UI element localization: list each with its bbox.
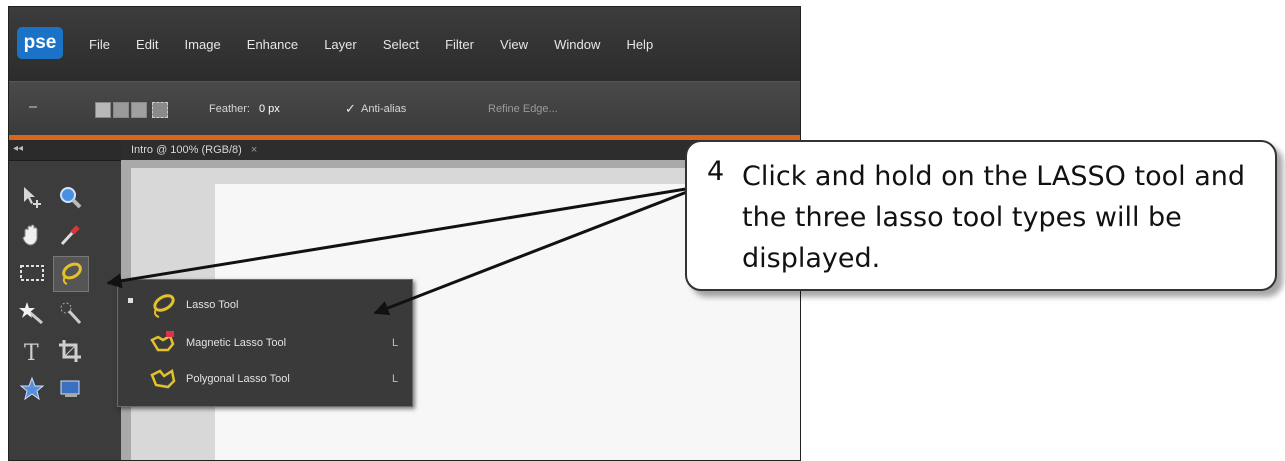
tool-options-bar: Feather: 0 px ✓ Anti-alias Refine Edge..…: [9, 81, 800, 136]
menu-file[interactable]: File: [89, 37, 110, 52]
svg-text:T: T: [24, 341, 39, 364]
type-tool-icon[interactable]: T: [15, 334, 49, 368]
subtract-from-selection-icon[interactable]: [131, 102, 147, 118]
flyout-item-label: Magnetic Lasso Tool: [186, 337, 287, 349]
document-tab[interactable]: Intro @ 100% (RGB/8) ×: [131, 144, 257, 156]
menu-edit[interactable]: Edit: [136, 37, 158, 52]
menu-select[interactable]: Select: [383, 37, 419, 52]
menu-view[interactable]: View: [500, 37, 528, 52]
close-tab-icon[interactable]: ×: [251, 144, 257, 156]
flyout-item-shortcut: L: [392, 337, 399, 349]
refine-edge-button[interactable]: Refine Edge...: [488, 103, 558, 115]
menu-layer[interactable]: Layer: [324, 37, 357, 52]
editor-window: pse File Edit Image Enhance Layer Select…: [8, 6, 801, 461]
menu-bar: pse File Edit Image Enhance Layer Select…: [9, 7, 800, 81]
document-tab-title: Intro @ 100% (RGB/8): [131, 144, 242, 156]
menu-enhance[interactable]: Enhance: [247, 37, 298, 52]
collapse-icon[interactable]: ◂◂: [13, 143, 23, 154]
eyedropper-tool-icon[interactable]: [53, 218, 87, 252]
crop-tool-icon[interactable]: [53, 334, 87, 368]
shape-tool-icon[interactable]: [15, 372, 49, 406]
lasso-tool-flyout: Lasso Tool Magnetic Lasso Tool L Polygon…: [117, 279, 413, 407]
selected-indicator-icon: [128, 298, 133, 303]
magnetic-lasso-icon: [148, 330, 178, 362]
toolbox-header: ◂◂: [9, 140, 121, 161]
callout-text: Click and hold on the LASSO tool and the…: [742, 161, 1246, 274]
flyout-item-lasso[interactable]: Lasso Tool: [118, 288, 412, 324]
magic-wand-tool-icon[interactable]: [15, 296, 49, 330]
flyout-item-polygonal-lasso[interactable]: Polygonal Lasso Tool L: [118, 362, 412, 398]
menu-window[interactable]: Window: [554, 37, 600, 52]
flyout-item-magnetic-lasso[interactable]: Magnetic Lasso Tool L: [118, 326, 412, 362]
antialias-label: Anti-alias: [361, 103, 407, 115]
antialias-checkbox[interactable]: ✓: [345, 101, 356, 117]
menu-filter[interactable]: Filter: [445, 37, 474, 52]
quick-selection-tool-icon[interactable]: [53, 296, 87, 330]
feather-label: Feather:: [209, 103, 250, 115]
intersect-selection-icon[interactable]: [152, 102, 168, 118]
flyout-item-shortcut: L: [392, 373, 399, 385]
tool-preset-arrow-icon[interactable]: [29, 106, 37, 108]
app-logo: pse: [17, 27, 63, 59]
menu-items: File Edit Image Enhance Layer Select Fil…: [89, 34, 674, 53]
toolbox: ◂◂ T: [9, 140, 121, 460]
menu-help[interactable]: Help: [626, 37, 653, 52]
feather-input[interactable]: 0 px: [259, 103, 280, 115]
add-to-selection-icon[interactable]: [113, 102, 129, 118]
flyout-item-label: Polygonal Lasso Tool: [186, 373, 290, 385]
recompose-tool-icon[interactable]: [53, 372, 87, 406]
menu-image[interactable]: Image: [185, 37, 221, 52]
hand-tool-icon[interactable]: [15, 218, 49, 252]
rectangular-marquee-tool-icon[interactable]: [15, 256, 49, 290]
callout-step-number: 4: [707, 156, 725, 187]
polygonal-lasso-icon: [148, 366, 178, 398]
lasso-tool-icon[interactable]: [53, 256, 89, 292]
flyout-item-label: Lasso Tool: [186, 299, 239, 311]
new-selection-icon[interactable]: [95, 102, 111, 118]
move-tool-icon[interactable]: [15, 180, 49, 214]
zoom-tool-icon[interactable]: [53, 180, 87, 214]
lasso-icon: [148, 292, 178, 324]
instruction-callout: 4 Click and hold on the LASSO tool and t…: [685, 140, 1277, 291]
